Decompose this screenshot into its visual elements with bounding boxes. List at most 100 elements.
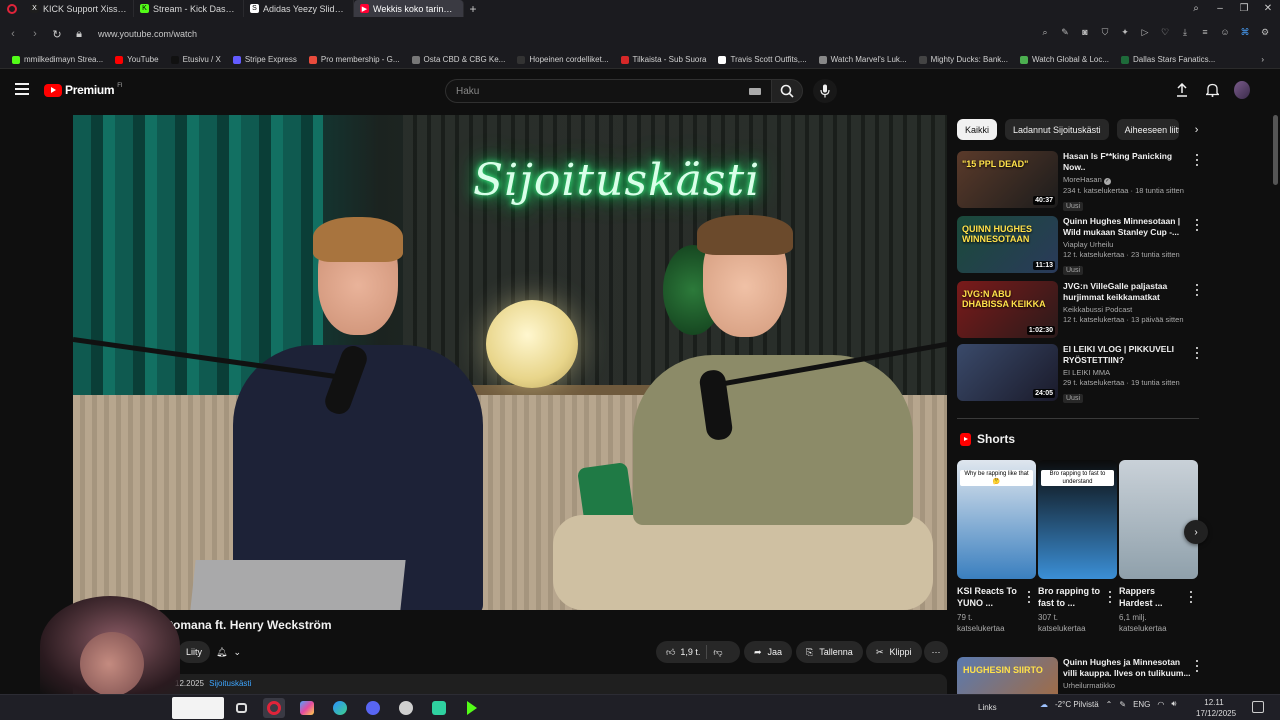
more-icon[interactable] — [1192, 218, 1202, 232]
short-item[interactable]: Bro rapping to fast to understand Bro ra… — [1038, 460, 1117, 634]
bookmark-item[interactable]: Watch Global & Loc... — [1014, 55, 1115, 64]
more-icon[interactable] — [1192, 346, 1202, 360]
app-icon[interactable] — [395, 698, 417, 718]
short-title[interactable]: KSI Reacts To YUNO ... — [957, 585, 1019, 609]
bookmark-item[interactable]: Watch Marvel's Luk... — [813, 55, 913, 64]
notification-icon[interactable] — [1252, 701, 1264, 713]
account-icon[interactable]: ☺ — [1218, 25, 1232, 39]
minimize-icon[interactable]: – — [1208, 0, 1232, 17]
url-field[interactable]: www.youtube.com/watch — [98, 29, 898, 39]
clock[interactable]: 12.11 17/12/2025 — [1196, 697, 1236, 719]
opera-gx-icon[interactable] — [263, 698, 285, 718]
download-icon[interactable]: ⤓ — [1178, 25, 1192, 39]
maximize-icon[interactable]: ❐ — [1232, 0, 1256, 17]
forward-icon[interactable]: › — [24, 23, 46, 45]
chevron-up-icon[interactable]: ⌃ — [1106, 700, 1113, 709]
more-actions-button[interactable]: ⋯ — [924, 641, 948, 663]
more-icon[interactable] — [1105, 590, 1115, 604]
reload-icon[interactable]: ↻ — [46, 23, 68, 45]
rec-channel[interactable]: Keikkabussi Podcast — [1063, 305, 1191, 314]
rec-title[interactable]: EI LEIKI VLOG | PIKKUVELI RYÖSTETTIIN? — [1063, 344, 1191, 366]
pen-icon[interactable]: ✎ — [1119, 700, 1126, 709]
search-tabs-icon[interactable]: ⌕ — [1184, 0, 1208, 17]
bookmark-item[interactable]: Travis Scott Outfits,... — [712, 55, 812, 64]
short-title[interactable]: Bro rapping to fast to ... — [1038, 585, 1100, 609]
bookmark-item[interactable]: Osta CBD & CBG Ke... — [406, 55, 512, 64]
language-indicator[interactable]: ENG — [1133, 700, 1150, 709]
bookmark-item[interactable]: Pro membership - G... — [303, 55, 406, 64]
video-thumbnail[interactable]: JVG:N ABU DHABISSA KEIKKA 1:02:30 — [957, 281, 1058, 338]
short-thumbnail[interactable]: Why be rapping like that 🤔 — [957, 460, 1036, 579]
clip-button[interactable]: ✂ Klippi — [866, 641, 922, 663]
zoom-icon[interactable]: ⌕ — [1038, 25, 1052, 39]
upload-icon[interactable] — [1174, 81, 1190, 99]
discord-icon[interactable] — [362, 698, 384, 718]
player-icon[interactable]: ▷ — [1138, 25, 1152, 39]
thumbs-down-icon[interactable]: 👎︎ — [713, 647, 722, 658]
hashtag-link[interactable]: Sijoituskästi — [209, 679, 251, 688]
chip-all[interactable]: Kaikki — [957, 119, 998, 140]
menu-icon[interactable] — [15, 83, 29, 95]
extensions-icon[interactable]: ✦ — [1118, 25, 1132, 39]
youtube-premium-logo[interactable]: Premium FI — [44, 83, 123, 97]
avatar[interactable] — [1234, 81, 1250, 99]
bookmark-item[interactable]: Stripe Express — [227, 55, 303, 64]
bookmark-item[interactable]: mmilkedimayn Strea... — [6, 55, 109, 64]
video-thumbnail[interactable]: QUINN HUGHES WINNESOTAAN 11:13 — [957, 216, 1058, 273]
chevron-right-icon[interactable]: › — [1187, 119, 1207, 140]
chip-from-channel[interactable]: Ladannut Sijoituskästi — [1005, 119, 1109, 140]
video-thumbnail[interactable]: HUGHESIN SIIRTO — [957, 657, 1058, 694]
list-item[interactable]: 24:05 EI LEIKI VLOG | PIKKUVELI RYÖSTETT… — [957, 344, 1202, 403]
browser-tab-active[interactable]: ▶ Wekkis koko tarina sensuroi — [354, 0, 464, 17]
bookmark-item[interactable]: YouTube — [109, 55, 164, 64]
video-player[interactable]: Sijoituskästi — [73, 115, 947, 610]
rec-channel[interactable]: EI LEIKI MMA — [1063, 368, 1191, 377]
edit-icon[interactable]: ✎ — [1058, 25, 1072, 39]
back-icon[interactable]: ‹ — [2, 23, 24, 45]
app-icon[interactable] — [428, 698, 450, 718]
weather-text[interactable]: -2°C Pilvistä — [1055, 700, 1099, 709]
video-thumbnail[interactable]: 24:05 — [957, 344, 1058, 401]
browser-tab[interactable]: X KICK Support Xissä: "chec — [24, 0, 134, 17]
chip-related[interactable]: Aiheeseen liitt — [1116, 119, 1179, 140]
more-icon[interactable] — [1186, 590, 1196, 604]
new-tab-icon[interactable]: + — [464, 2, 482, 16]
save-button[interactable]: ⎘ Tallenna — [796, 641, 863, 663]
list-item[interactable]: "15 PPL DEAD" 40:37 Hasan Is F**king Pan… — [957, 151, 1202, 211]
notifications-bell-icon[interactable] — [1204, 81, 1220, 99]
settings-icon[interactable]: ⚙ — [1258, 25, 1272, 39]
rec-title[interactable]: Quinn Hughes Minnesotaan | Wild mukaan S… — [1063, 216, 1191, 238]
edge-icon[interactable] — [329, 698, 351, 718]
subscribed-bell-button[interactable]: 🔔︎ ⌄ — [210, 641, 247, 663]
search-input[interactable] — [456, 85, 736, 97]
heart-icon[interactable]: ♡ — [1158, 25, 1172, 39]
more-icon[interactable] — [1024, 590, 1034, 604]
short-thumbnail[interactable] — [1119, 460, 1198, 579]
camera-icon[interactable]: ◙ — [1078, 25, 1092, 39]
join-button[interactable]: Liity — [178, 641, 211, 663]
rec-title[interactable]: Hasan Is F**king Panicking Now.. — [1063, 151, 1191, 173]
list-item[interactable]: QUINN HUGHES WINNESOTAAN 11:13 Quinn Hug… — [957, 216, 1202, 275]
description-box[interactable]: 12.2025 Sijoituskästi — [73, 674, 947, 694]
wifi-icon[interactable]: ◠ — [1157, 700, 1164, 709]
more-icon[interactable] — [1192, 153, 1202, 167]
rec-channel[interactable]: Urheilurmatikko — [1063, 681, 1191, 690]
bookmark-item[interactable]: Etusivu / X — [165, 55, 227, 64]
bookmark-item[interactable]: Mighty Ducks: Bank... — [913, 55, 1014, 64]
voice-search-button[interactable] — [813, 79, 837, 103]
rec-channel[interactable]: Viaplay Urheilu — [1063, 240, 1191, 249]
shield-icon[interactable]: ⛉ — [1098, 25, 1112, 39]
short-item[interactable]: Rappers Hardest ... 6,1 milj. katseluker… — [1119, 460, 1198, 634]
share-button[interactable]: ➦ Jaa — [744, 641, 793, 663]
copilot-icon[interactable] — [296, 698, 318, 718]
close-icon[interactable]: ✕ — [1256, 0, 1280, 17]
opera-logo-icon[interactable] — [0, 0, 24, 17]
vpn-icon[interactable]: ⌘ — [1238, 25, 1252, 39]
rec-title[interactable]: Quinn Hughes ja Minnesotan villi kauppa.… — [1063, 657, 1191, 679]
bookmark-item[interactable]: Dallas Stars Fanatics... — [1115, 55, 1221, 64]
short-thumbnail[interactable]: Bro rapping to fast to understand — [1038, 460, 1117, 579]
bookmarks-overflow-icon[interactable]: › — [1255, 55, 1270, 64]
taskbar-search[interactable] — [172, 697, 224, 719]
security-lock-icon[interactable]: 🔒︎ — [68, 23, 90, 45]
list-item[interactable]: JVG:N ABU DHABISSA KEIKKA 1:02:30 JVG:n … — [957, 281, 1202, 339]
